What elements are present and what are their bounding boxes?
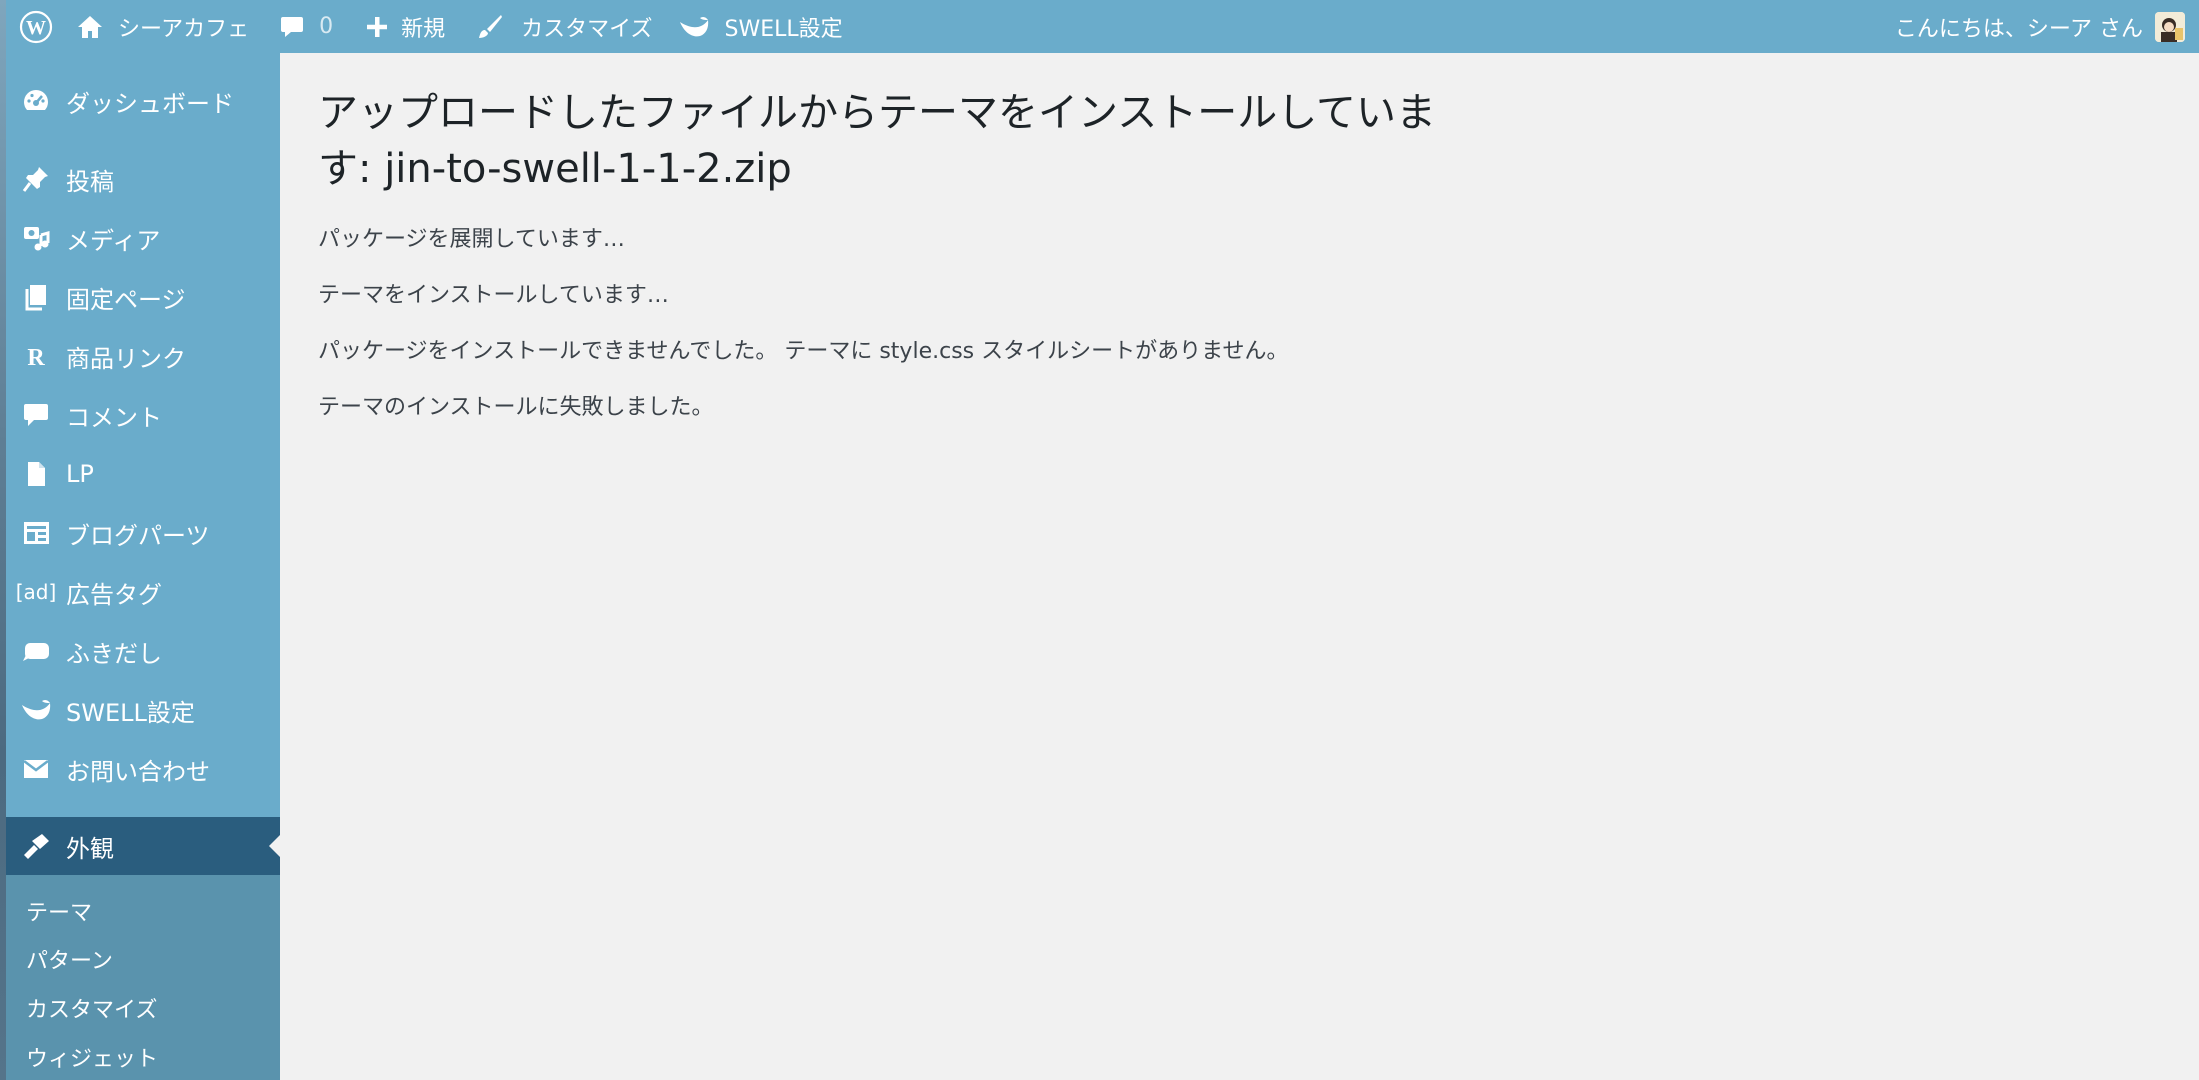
sidebar-item-pages[interactable]: 固定ページ (6, 275, 280, 319)
sidebar-item-media[interactable]: メディア (6, 216, 280, 260)
avatar (2155, 11, 2185, 42)
svg-text:R: R (27, 345, 45, 371)
status-message: パッケージを展開しています… (318, 227, 625, 252)
error-message: パッケージをインストールできませんでした。 テーマに style.css スタイ… (318, 339, 1289, 364)
greeting-text: こんにちは、シーア さん (1894, 16, 2143, 42)
submenu-item-themes[interactable]: テーマ (26, 895, 92, 927)
mail-icon (18, 751, 54, 787)
new-label: 新規 (401, 16, 446, 42)
appearance-submenu: テーマ パターン カスタマイズ ウィジェット (6, 875, 280, 1080)
sidebar-item-product-links[interactable]: R 商品リンク (6, 334, 280, 378)
dashboard-icon (18, 83, 54, 119)
failure-message: テーマのインストールに失敗しました。 (318, 395, 714, 420)
sidebar-item-label: ブログパーツ (66, 521, 210, 550)
sidebar-item-label: お問い合わせ (66, 757, 210, 786)
plus-icon (365, 15, 389, 39)
sidebar-item-label: 商品リンク (66, 344, 186, 373)
comment-bubble-icon (279, 14, 305, 40)
wordpress-logo-button[interactable]: W (0, 0, 68, 53)
sidebar-item-label: 広告タグ (66, 580, 162, 609)
site-name-link[interactable]: シーアカフェ (76, 0, 249, 53)
sidebar-item-posts[interactable]: 投稿 (6, 157, 280, 201)
svg-text:W: W (26, 17, 46, 39)
home-icon (76, 14, 104, 40)
media-icon (18, 220, 54, 256)
sidebar-item-swell-settings[interactable]: SWELL設定 (6, 688, 280, 732)
pin-icon (18, 161, 54, 197)
wordpress-logo-icon: W (19, 10, 53, 44)
pages-icon (18, 279, 54, 315)
sidebar-item-contact[interactable]: お問い合わせ (6, 747, 280, 791)
sidebar-item-dashboard[interactable]: ダッシュボード (6, 79, 280, 123)
sidebar-item-label: コメント (66, 403, 162, 432)
sidebar-item-blog-parts[interactable]: ブログパーツ (6, 511, 280, 555)
sidebar-item-label: 固定ページ (66, 285, 186, 314)
admin-sidebar: ダッシュボード 投稿 メディア 固定ページ R 商品リンク コメント LP ブロ… (6, 53, 280, 1080)
sidebar-item-label: ふきだし (66, 639, 162, 668)
admin-bar: W シーアカフェ 0 新規 カスタマイズ SWELL設定 こんにちは、シーア さ… (0, 0, 2199, 53)
customize-link[interactable]: カスタマイズ (475, 0, 652, 53)
desktop-edge (0, 0, 6, 1080)
page-title: アップロードしたファイルからテーマをインストールしていま す: jin-to-s… (318, 85, 1478, 197)
r-icon: R (18, 338, 54, 374)
sidebar-item-ad-tags[interactable]: [ad] 広告タグ (6, 570, 280, 614)
sidebar-item-label: SWELL設定 (66, 698, 195, 727)
comment-icon (18, 397, 54, 433)
comments-count: 0 (319, 14, 334, 39)
sidebar-item-comments[interactable]: コメント (6, 393, 280, 437)
customize-label: カスタマイズ (521, 16, 653, 42)
document-icon (18, 456, 54, 492)
page-title-line2: す: jin-to-swell-1-1-2.zip (318, 146, 792, 192)
sidebar-item-label: メディア (66, 226, 161, 255)
swell-bird-icon (678, 14, 710, 40)
swell-settings-link[interactable]: SWELL設定 (678, 0, 843, 53)
swell-settings-label: SWELL設定 (724, 16, 843, 42)
submenu-item-customize[interactable]: カスタマイズ (26, 992, 157, 1024)
swell-icon (18, 692, 54, 728)
comments-link[interactable]: 0 (279, 0, 333, 53)
balloon-icon (18, 633, 54, 669)
layout-icon (18, 515, 54, 551)
new-content-link[interactable]: 新規 (365, 0, 445, 53)
sidebar-item-lp[interactable]: LP (6, 452, 280, 496)
sidebar-item-label: 外観 (66, 834, 114, 863)
page-title-line1: アップロードしたファイルからテーマをインストールしていま (318, 90, 1436, 136)
ad-icon: [ad] (15, 580, 57, 604)
site-name-label: シーアカフェ (118, 16, 250, 42)
sidebar-item-appearance[interactable]: 外観 (6, 817, 280, 875)
account-menu[interactable]: こんにちは、シーア さん (1895, 0, 2199, 53)
paintbrush-icon (475, 13, 503, 41)
sidebar-item-label: ダッシュボード (66, 89, 234, 118)
brush-icon (18, 828, 54, 864)
sidebar-item-label: 投稿 (66, 167, 114, 196)
status-message: テーマをインストールしています… (318, 283, 669, 308)
sidebar-item-balloons[interactable]: ふきだし (6, 629, 280, 673)
submenu-item-patterns[interactable]: パターン (26, 943, 113, 975)
submenu-item-widgets[interactable]: ウィジェット (26, 1041, 158, 1073)
sidebar-item-label: LP (66, 460, 94, 488)
